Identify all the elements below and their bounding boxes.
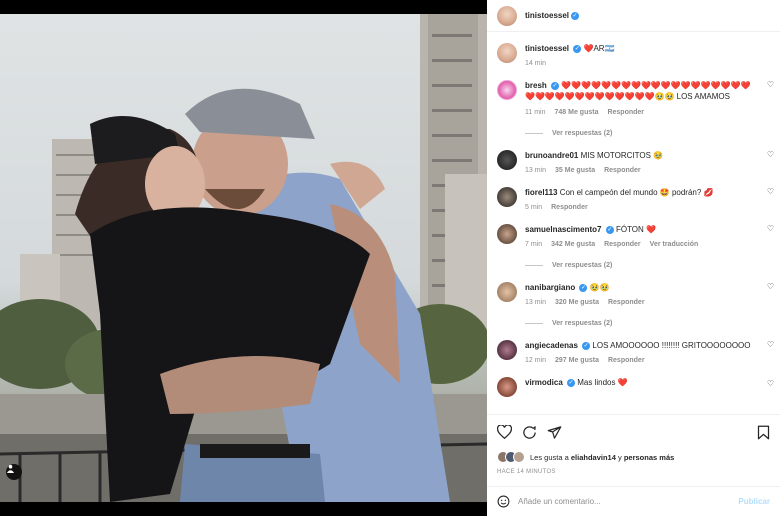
comment-time: 13 min: [525, 167, 547, 174]
verified-badge-icon: ✓: [579, 283, 588, 292]
comment-time: 11 min: [525, 109, 546, 116]
comment-time: 5 min: [525, 204, 543, 211]
save-bookmark-icon[interactable]: [757, 425, 770, 440]
like-comment-icon[interactable]: ♡: [767, 340, 774, 349]
comment-composer: Publicar: [487, 486, 780, 516]
comment-item: bruno­andre01 MIS MOTORCITOS 🥹 13 min 35…: [487, 150, 780, 174]
comments-list[interactable]: tinistoessel ✓ ❤️AR🇦🇷 14 min bresh ✓ ❤️❤…: [487, 33, 780, 414]
verified-badge-icon: ✓: [573, 44, 582, 53]
post-media-panel: [0, 0, 487, 516]
liker-avatars: [497, 451, 525, 463]
comment-item: virmodica ✓ Mas lindos ❤️ ♡: [487, 377, 780, 397]
comment-time: 7 min: [525, 241, 543, 248]
caption-time: 14 min: [525, 60, 547, 67]
comment-item: bresh ✓ ❤️❤️❤️❤️❤️❤️❤️❤️❤️❤️❤️❤️❤️❤️❤️❤️…: [487, 80, 780, 116]
verified-badge-icon: ✓: [605, 225, 614, 234]
like-heart-icon[interactable]: [497, 425, 512, 439]
comment-username[interactable]: bresh: [525, 81, 547, 90]
author-avatar[interactable]: [497, 5, 517, 26]
comment-icon[interactable]: [522, 425, 537, 440]
emoji-icon[interactable]: [497, 495, 510, 508]
verified-badge-icon: ✓: [551, 81, 560, 90]
post-caption: tinistoessel ✓ ❤️AR🇦🇷 14 min: [487, 33, 780, 67]
comment-avatar[interactable]: [497, 187, 517, 207]
verified-badge-icon: ✓: [571, 11, 580, 20]
comment-text: Mas lindos ❤️: [577, 378, 628, 387]
comment-text: ❤️❤️❤️❤️❤️❤️❤️❤️❤️❤️❤️❤️❤️❤️❤️❤️❤️❤️❤️❤️…: [525, 81, 751, 101]
post-actions: Les gusta a eliahdavin14 y personas más …: [487, 414, 780, 475]
liker-username[interactable]: eliahdavin14: [571, 453, 616, 462]
comment-likes[interactable]: 297 Me gusta: [555, 357, 599, 364]
post-photo[interactable]: [0, 14, 487, 502]
like-comment-icon[interactable]: ♡: [767, 187, 774, 196]
like-comment-icon[interactable]: ♡: [767, 150, 774, 159]
comment-item: angiecadenas ✓ LOS AMOOOOOO !!!!!!!! GRI…: [487, 340, 780, 364]
comment-avatar[interactable]: [497, 224, 517, 244]
reply-button[interactable]: Responder: [607, 109, 644, 116]
reply-button[interactable]: Responder: [608, 299, 645, 306]
comment-avatar[interactable]: [497, 340, 517, 360]
like-comment-icon[interactable]: ♡: [767, 80, 774, 89]
comment-username[interactable]: samuelnascimento7: [525, 225, 601, 234]
comment-text: FÓTON ❤️: [615, 225, 656, 234]
translate-button[interactable]: Ver traducción: [650, 241, 699, 248]
post-sidebar: tinistoessel ✓ tinistoessel ✓ ❤️AR🇦🇷 14 …: [487, 0, 780, 516]
post-time: HACE 14 MINUTOS: [497, 469, 556, 475]
comment-time: 12 min: [525, 357, 547, 364]
comment-likes[interactable]: 35 Me gusta: [555, 167, 595, 174]
likes-prefix: Les gusta a: [530, 452, 569, 462]
comment-avatar[interactable]: [497, 150, 517, 170]
author-username[interactable]: tinistoessel: [525, 11, 569, 20]
comment-likes[interactable]: 320 Me gusta: [555, 299, 599, 306]
comment-text: 🥹🥹: [589, 283, 610, 292]
like-comment-icon[interactable]: ♡: [767, 379, 774, 388]
post-header: tinistoessel ✓: [487, 0, 780, 32]
comment-input[interactable]: [518, 497, 739, 506]
reply-button[interactable]: Responder: [608, 357, 645, 364]
comment-username[interactable]: virmodica: [525, 378, 563, 387]
view-replies-button[interactable]: Ver respuestas (2): [525, 130, 780, 137]
caption-username[interactable]: tinistoessel: [525, 44, 569, 53]
view-replies-button[interactable]: Ver respuestas (2): [525, 262, 780, 269]
comment-item: nanibargiano ✓ 🥹🥹 13 min 320 Me gusta Re…: [487, 282, 780, 306]
view-replies-button[interactable]: Ver respuestas (2): [525, 320, 780, 327]
reply-button[interactable]: Responder: [604, 241, 641, 248]
user-tag-icon[interactable]: [6, 464, 22, 480]
comment-username[interactable]: angiecadenas: [525, 341, 578, 350]
comment-text: Con el campeón del mundo 🤩 podrán? 💋: [559, 188, 714, 197]
comment-username[interactable]: fiorel113: [525, 188, 557, 197]
reply-button[interactable]: Responder: [604, 167, 641, 174]
comment-text: MIS MOTORCITOS 🥹: [580, 151, 664, 160]
caption-avatar[interactable]: [497, 43, 517, 63]
likes-others[interactable]: personas más: [624, 453, 674, 462]
like-comment-icon[interactable]: ♡: [767, 282, 774, 291]
comment-time: 13 min: [525, 299, 547, 306]
caption-text: ❤️AR🇦🇷: [583, 44, 615, 53]
comment-avatar[interactable]: [497, 282, 517, 302]
comment-avatar[interactable]: [497, 377, 517, 397]
likes-summary[interactable]: Les gusta a eliahdavin14 y personas más: [497, 451, 770, 463]
reply-button[interactable]: Responder: [551, 204, 588, 211]
verified-badge-icon: ✓: [582, 341, 591, 350]
comment-text: LOS AMOOOOOO !!!!!!!! GRITOOOOOOOO: [592, 341, 751, 350]
likes-conjunction: y: [618, 452, 622, 462]
share-icon[interactable]: [547, 425, 562, 440]
comment-item: samuelnascimento7 ✓ FÓTON ❤️ 7 min 342 M…: [487, 224, 780, 248]
comment-avatar[interactable]: [497, 80, 517, 100]
like-comment-icon[interactable]: ♡: [767, 224, 774, 233]
couple-photo-illustration: [0, 14, 487, 502]
publish-button[interactable]: Publicar: [738, 497, 770, 506]
comment-likes[interactable]: 748 Me gusta: [555, 109, 599, 116]
verified-badge-icon: ✓: [567, 378, 576, 387]
comment-item: fiorel113 Con el campeón del mundo 🤩 pod…: [487, 187, 780, 211]
comment-username[interactable]: bruno­andre01: [525, 151, 578, 160]
comment-likes[interactable]: 342 Me gusta: [551, 241, 595, 248]
comment-username[interactable]: nanibargiano: [525, 283, 575, 292]
